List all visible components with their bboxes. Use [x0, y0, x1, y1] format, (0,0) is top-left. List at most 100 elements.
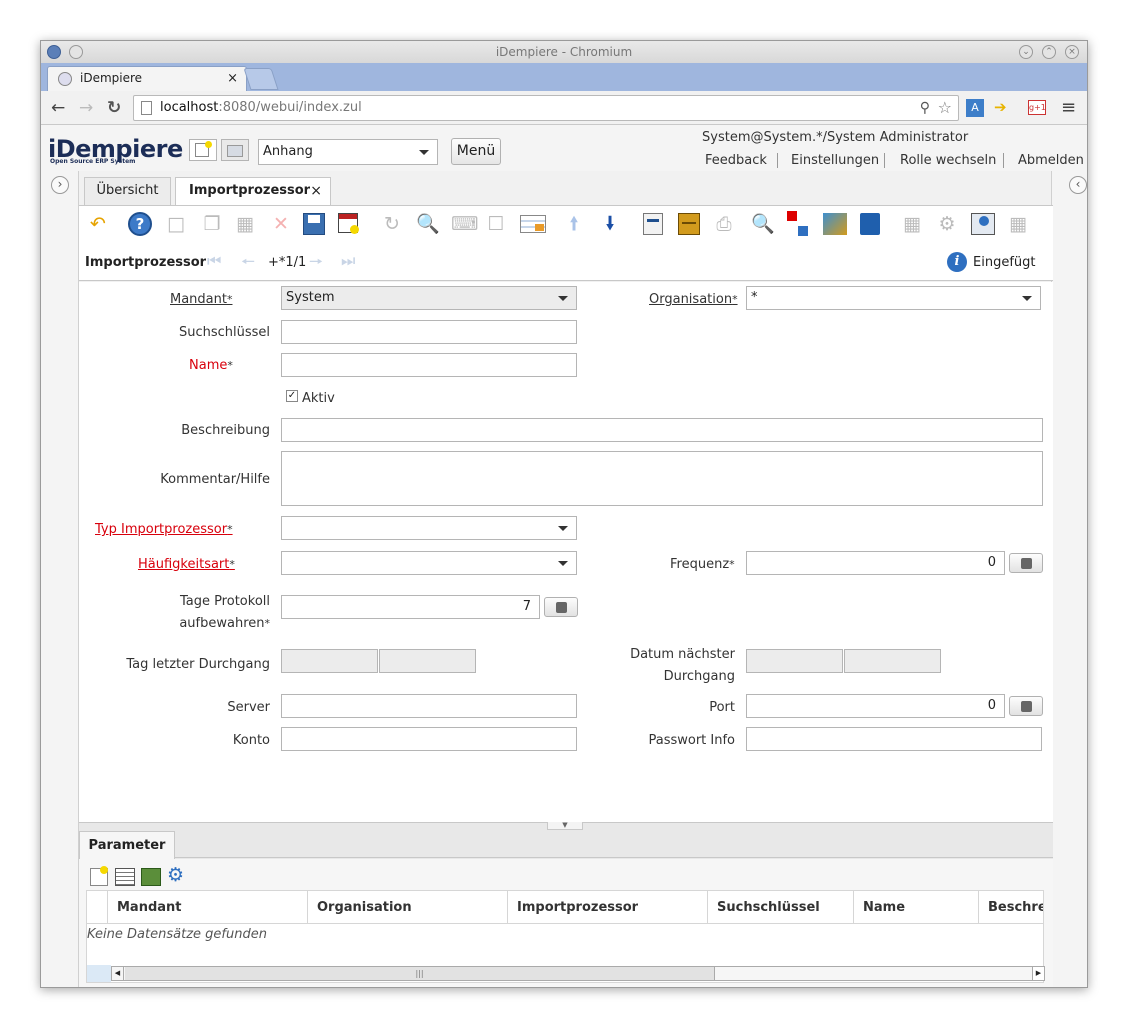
- detail-splitter[interactable]: ▼: [79, 822, 1053, 830]
- process-detail-icon[interactable]: ⚙: [167, 864, 184, 886]
- column-header-mandant[interactable]: Mandant: [108, 891, 308, 924]
- tab-parameter[interactable]: Parameter: [79, 831, 175, 859]
- report-icon[interactable]: [643, 213, 663, 235]
- column-header-organisation[interactable]: Organisation: [308, 891, 508, 924]
- expand-right-icon[interactable]: ‹: [1069, 176, 1087, 194]
- expand-left-icon[interactable]: ›: [51, 176, 69, 194]
- product-info-icon[interactable]: [860, 213, 880, 235]
- menu-button[interactable]: Menü: [451, 138, 501, 165]
- mandant-select[interactable]: System: [281, 286, 577, 310]
- import-icon[interactable]: ▦: [1005, 211, 1031, 237]
- edit-detail-icon[interactable]: [115, 868, 135, 886]
- scroll-right-icon[interactable]: ▶: [1032, 967, 1044, 980]
- save-create-icon[interactable]: [338, 213, 359, 234]
- workflow-icon[interactable]: [787, 211, 797, 221]
- window-menu-icon[interactable]: [69, 45, 83, 59]
- column-header-suchschluessel[interactable]: Suchschlüssel: [708, 891, 854, 924]
- datum-naechster-time-input[interactable]: [844, 649, 941, 673]
- column-header-name[interactable]: Name: [854, 891, 979, 924]
- frequenz-calculator-button[interactable]: [1009, 553, 1043, 573]
- frequenz-input[interactable]: 0: [746, 551, 1005, 575]
- customize-icon[interactable]: ▦: [899, 211, 925, 237]
- prev-record-icon[interactable]: 🠔: [241, 251, 255, 278]
- kommentar-textarea[interactable]: [281, 451, 1043, 506]
- attachment-select[interactable]: Anhang: [258, 139, 438, 165]
- horizontal-scrollbar[interactable]: ◀ ||| ▶: [111, 966, 1045, 981]
- name-input[interactable]: [281, 353, 577, 377]
- suchschluessel-input[interactable]: [281, 320, 577, 344]
- next-record-nav-icon[interactable]: 🠖: [309, 251, 323, 278]
- tage-protokoll-input[interactable]: 7: [281, 595, 540, 619]
- bookmark-star-icon[interactable]: ☆: [938, 96, 952, 120]
- print-icon[interactable]: ⎙: [711, 211, 737, 237]
- scroll-thumb[interactable]: |||: [125, 967, 715, 980]
- scroll-left-icon[interactable]: ◀: [112, 967, 124, 980]
- server-input[interactable]: [281, 694, 577, 718]
- forward-icon[interactable]: →: [79, 98, 93, 118]
- new-record-icon[interactable]: □: [163, 211, 189, 237]
- tag-letzter-time-input[interactable]: [379, 649, 476, 673]
- maximize-icon[interactable]: ⌃: [1042, 45, 1056, 59]
- column-header-beschreibung[interactable]: Beschre: [979, 891, 1043, 924]
- open-folder-icon[interactable]: [221, 139, 249, 161]
- tab-overview[interactable]: Übersicht: [84, 177, 171, 205]
- close-window-icon[interactable]: ×: [1065, 45, 1079, 59]
- tab-importprozessor[interactable]: Importprozessor ×: [175, 177, 331, 206]
- tag-letzter-date-input[interactable]: [281, 649, 378, 673]
- typ-importprozessor-select[interactable]: [281, 516, 577, 540]
- close-tab-icon[interactable]: ×: [227, 67, 238, 90]
- delete-detail-icon[interactable]: [141, 868, 161, 886]
- aktiv-checkbox[interactable]: ✓: [286, 390, 298, 402]
- translate-icon[interactable]: A: [966, 99, 984, 117]
- archive-icon[interactable]: [678, 213, 700, 235]
- find-icon[interactable]: 🔍: [415, 211, 441, 237]
- delete-icon[interactable]: ▦: [232, 211, 258, 237]
- tage-calculator-button[interactable]: [544, 597, 578, 617]
- settings-gear-icon[interactable]: ⚙: [934, 211, 960, 237]
- first-record-icon[interactable]: ⏮: [207, 251, 221, 271]
- passwort-info-input[interactable]: [746, 727, 1042, 751]
- logout-link[interactable]: Abmelden: [1018, 153, 1084, 168]
- konto-input[interactable]: [281, 727, 577, 751]
- feedback-link[interactable]: Feedback: [705, 153, 767, 168]
- datum-naechster-date-input[interactable]: [746, 649, 843, 673]
- collapse-icon[interactable]: ▼: [547, 822, 583, 830]
- grid-toggle-icon[interactable]: [520, 215, 546, 233]
- port-input[interactable]: 0: [746, 694, 1005, 718]
- close-tab-icon[interactable]: ×: [310, 178, 322, 204]
- browser-tab[interactable]: iDempiere ×: [47, 66, 247, 91]
- new-window-icon[interactable]: [189, 139, 217, 161]
- settings-link[interactable]: Einstellungen: [791, 153, 879, 168]
- copy-record-icon[interactable]: ❐: [199, 211, 225, 237]
- cast-icon[interactable]: ➔: [994, 98, 1014, 118]
- switch-role-link[interactable]: Rolle wechseln: [900, 153, 996, 168]
- port-calculator-button[interactable]: [1009, 696, 1043, 716]
- chat-icon[interactable]: ☐: [483, 211, 509, 237]
- address-bar[interactable]: localhost:8080/webui/index.zul ⚲ ☆: [133, 95, 959, 121]
- next-record-icon[interactable]: 🠛: [597, 211, 623, 237]
- export-icon[interactable]: [971, 213, 995, 235]
- organisation-select[interactable]: *: [746, 286, 1041, 310]
- delete-selection-icon[interactable]: ✕: [268, 211, 294, 237]
- attachment-icon[interactable]: ⌨: [451, 211, 478, 237]
- last-record-icon[interactable]: ⏭: [341, 251, 355, 271]
- process-icon[interactable]: [823, 213, 847, 235]
- previous-record-icon[interactable]: 🠙: [561, 211, 587, 237]
- minimize-icon[interactable]: ⌄: [1019, 45, 1033, 59]
- zoom-across-icon[interactable]: 🔍: [750, 211, 776, 237]
- new-detail-icon[interactable]: [90, 866, 108, 886]
- refresh-icon[interactable]: ↻: [379, 211, 405, 237]
- undo-icon[interactable]: ↶: [85, 211, 111, 237]
- haeufigkeitsart-select[interactable]: [281, 551, 577, 575]
- info-icon[interactable]: i: [947, 252, 967, 272]
- zoom-icon[interactable]: ⚲: [920, 96, 930, 120]
- save-icon[interactable]: [303, 213, 325, 235]
- reload-icon[interactable]: ↻: [107, 98, 121, 118]
- chrome-menu-icon[interactable]: ≡: [1061, 97, 1076, 118]
- new-tab-button[interactable]: [243, 68, 279, 90]
- beschreibung-input[interactable]: [281, 418, 1043, 442]
- column-header-importprozessor[interactable]: Importprozessor: [508, 891, 708, 924]
- google-plus-icon[interactable]: g+1: [1028, 100, 1046, 115]
- help-icon[interactable]: ?: [128, 212, 152, 236]
- back-icon[interactable]: ←: [51, 98, 65, 118]
